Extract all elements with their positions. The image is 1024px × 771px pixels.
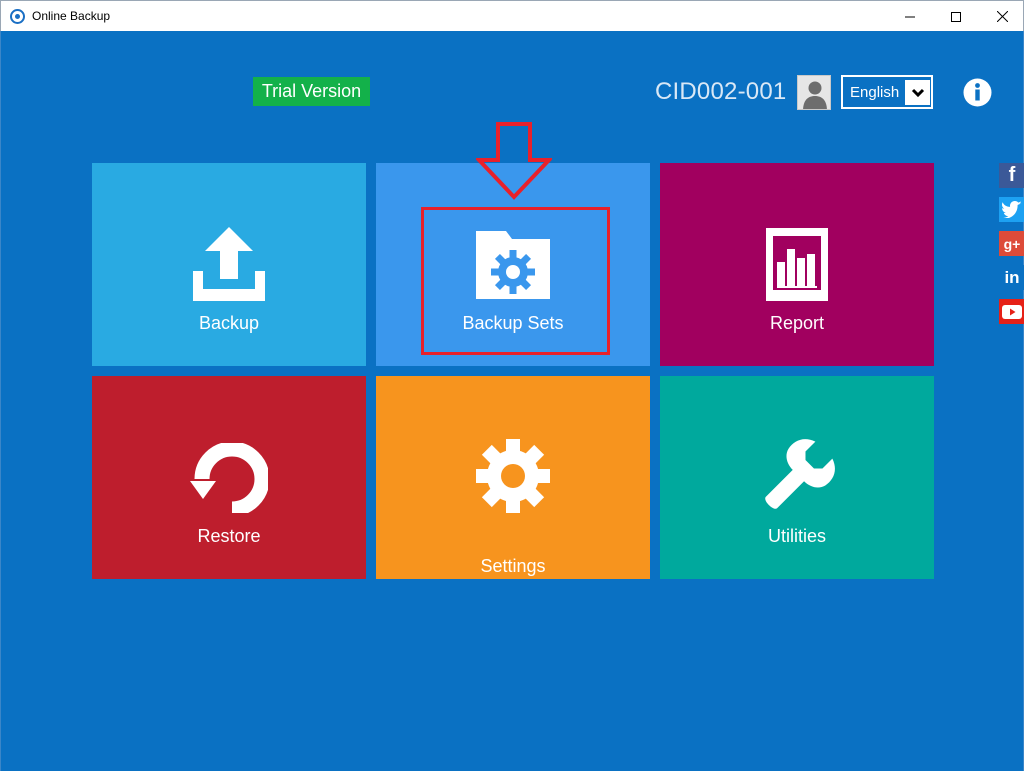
restore-icon	[190, 443, 268, 513]
twitter-link[interactable]	[999, 197, 1024, 222]
backup-tile-label: Backup	[198, 313, 260, 333]
minimize-button[interactable]	[887, 1, 933, 32]
info-button[interactable]	[963, 78, 992, 107]
settings-tile[interactable]: Settings	[376, 376, 650, 579]
gear-icon	[476, 439, 550, 513]
window-title: Online Backup	[32, 9, 111, 23]
user-id-label: CID002-001	[655, 78, 787, 105]
linkedin-icon: in	[1004, 267, 1020, 287]
backup-tile[interactable]: Backup	[92, 163, 366, 366]
linkedin-link[interactable]: in	[999, 265, 1024, 290]
main-panel: Trial Version CID002-001 English Backup	[0, 31, 1024, 771]
title-bar: Online Backup	[0, 0, 1024, 31]
language-selected-value: English	[850, 84, 900, 101]
trial-version-badge: Trial Version	[253, 77, 370, 106]
close-icon	[996, 11, 1008, 22]
utilities-tile[interactable]: Utilities	[660, 376, 934, 579]
language-select[interactable]: English	[841, 75, 933, 109]
user-avatar-icon	[803, 81, 827, 109]
minimize-icon	[905, 16, 915, 17]
info-icon	[963, 78, 992, 107]
upload-icon	[193, 227, 265, 301]
facebook-icon: f	[1008, 164, 1016, 186]
avatar[interactable]	[797, 75, 831, 110]
backup-sets-tile[interactable]: Backup Sets	[376, 163, 650, 366]
backup-sets-tile-label: Backup Sets	[462, 313, 564, 333]
utilities-tile-label: Utilities	[767, 526, 826, 546]
chevron-down-icon	[905, 80, 930, 105]
facebook-link[interactable]: f	[999, 163, 1024, 188]
report-tile-label: Report	[769, 313, 825, 333]
settings-tile-label: Settings	[480, 556, 546, 576]
close-button[interactable]	[979, 1, 1024, 32]
report-tile[interactable]: Report	[660, 163, 934, 366]
maximize-button[interactable]	[933, 1, 979, 32]
youtube-link[interactable]	[999, 299, 1024, 324]
youtube-icon	[1002, 304, 1022, 319]
restore-tile[interactable]: Restore	[92, 376, 366, 579]
folder-gear-icon	[476, 231, 550, 299]
twitter-icon	[1002, 201, 1022, 218]
wrench-icon	[765, 439, 835, 509]
google-plus-icon: g+	[1003, 235, 1021, 252]
app-logo-icon	[10, 9, 25, 24]
bar-chart-icon	[766, 228, 828, 301]
google-plus-link[interactable]: g+	[999, 231, 1024, 256]
maximize-icon	[951, 11, 961, 22]
restore-tile-label: Restore	[197, 526, 261, 546]
